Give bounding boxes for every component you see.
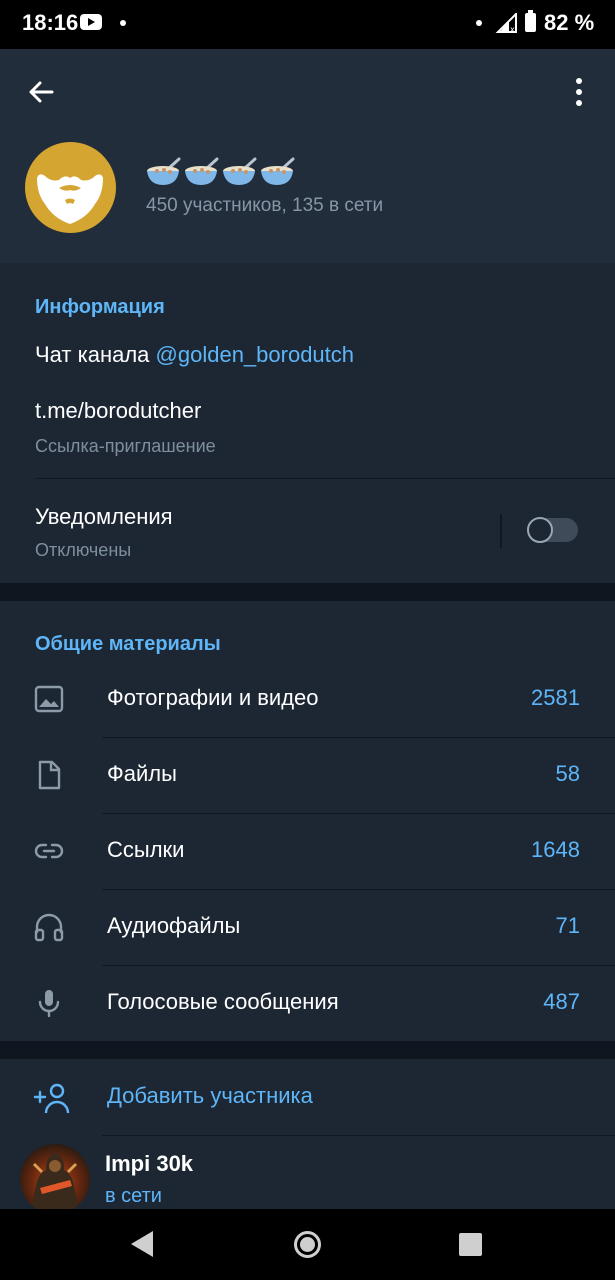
media-label: Голосовые сообщения bbox=[107, 989, 339, 1014]
media-label: Ссылки bbox=[107, 837, 185, 862]
member-row[interactable]: Impi 30k в сети bbox=[0, 1137, 615, 1209]
group-subtitle: 450 участников, 135 в сети bbox=[146, 195, 384, 216]
photo-icon bbox=[34, 685, 64, 713]
media-row-voice[interactable]: Голосовые сообщения 487 bbox=[0, 965, 615, 1041]
add-user-icon bbox=[33, 1083, 70, 1114]
battery-icon bbox=[525, 10, 536, 32]
group-title bbox=[146, 157, 296, 191]
media-count: 71 bbox=[555, 913, 580, 938]
link-icon bbox=[34, 843, 64, 859]
invite-link[interactable]: t.me/borodutcher bbox=[35, 398, 201, 424]
member-status: в сети bbox=[105, 1185, 162, 1207]
channel-chat-link[interactable]: @golden_borodutch bbox=[156, 342, 354, 367]
media-row-files[interactable]: Файлы 58 bbox=[0, 737, 615, 813]
channel-chat-row[interactable]: Чат канала @golden_borodutch bbox=[35, 342, 354, 368]
divider bbox=[102, 1135, 615, 1136]
add-member-button[interactable]: Добавить участника bbox=[0, 1059, 615, 1135]
media-row-links[interactable]: Ссылки 1648 bbox=[0, 813, 615, 889]
toggle-knob bbox=[527, 517, 553, 543]
group-avatar[interactable] bbox=[25, 142, 116, 233]
shared-media-heading: Общие материалы bbox=[35, 633, 221, 655]
info-heading: Информация bbox=[35, 296, 165, 318]
info-section: Информация Чат канала @golden_borodutch … bbox=[0, 263, 615, 583]
bowl-with-spoon-icon bbox=[223, 157, 257, 185]
add-member-label: Добавить участника bbox=[107, 1083, 313, 1108]
shared-media-section: Общие материалы Фотографии и видео 2581 … bbox=[0, 601, 615, 1041]
members-section: Добавить участника Impi 30k в сети bbox=[0, 1059, 615, 1209]
status-time: 18:16 bbox=[22, 10, 79, 35]
microphone-icon bbox=[38, 990, 60, 1018]
bowl-with-spoon-icon bbox=[147, 157, 181, 185]
member-name: Impi 30k bbox=[105, 1151, 194, 1176]
channel-chat-label: Чат канала bbox=[35, 342, 150, 367]
media-count: 2581 bbox=[531, 685, 580, 710]
signal-icon: x bbox=[495, 13, 517, 33]
media-label: Файлы bbox=[107, 761, 177, 786]
status-dot-icon bbox=[476, 20, 482, 26]
divider bbox=[35, 478, 615, 479]
warrior-avatar-icon bbox=[31, 1152, 79, 1209]
nav-back-icon[interactable] bbox=[131, 1231, 153, 1257]
profile-header: 450 участников, 135 в сети bbox=[0, 49, 615, 263]
notifications-state: Отключены bbox=[35, 540, 132, 560]
bowl-with-spoon-icon bbox=[185, 157, 219, 185]
bowl-with-spoon-icon bbox=[261, 157, 295, 185]
avatar bbox=[20, 1144, 90, 1209]
battery-level: 82 % bbox=[544, 10, 595, 35]
headphones-icon bbox=[34, 913, 64, 942]
arrow-left-icon[interactable] bbox=[22, 73, 60, 111]
nav-recents-icon[interactable] bbox=[459, 1233, 482, 1256]
media-row-photos[interactable]: Фотографии и видео 2581 bbox=[0, 661, 615, 737]
notifications-label[interactable]: Уведомления bbox=[35, 504, 173, 530]
media-label: Аудиофайлы bbox=[107, 913, 241, 938]
notification-dot-icon bbox=[120, 20, 126, 26]
nav-home-icon[interactable] bbox=[294, 1231, 321, 1258]
system-nav-bar bbox=[0, 1209, 615, 1280]
media-label: Фотографии и видео bbox=[107, 685, 319, 710]
media-row-audio[interactable]: Аудиофайлы 71 bbox=[0, 889, 615, 965]
file-icon bbox=[38, 760, 61, 790]
media-count: 487 bbox=[543, 989, 580, 1014]
beard-icon bbox=[37, 174, 103, 224]
notifications-toggle[interactable] bbox=[527, 517, 578, 543]
youtube-icon bbox=[80, 14, 102, 30]
toggle-separator bbox=[500, 514, 502, 548]
media-count: 58 bbox=[555, 761, 580, 786]
invite-link-caption: Ссылка-приглашение bbox=[35, 436, 216, 456]
more-vertical-icon[interactable] bbox=[566, 75, 592, 109]
status-bar: 18:16 x 82 % bbox=[0, 0, 615, 49]
svg-text:x: x bbox=[510, 25, 515, 33]
media-count: 1648 bbox=[531, 837, 580, 862]
